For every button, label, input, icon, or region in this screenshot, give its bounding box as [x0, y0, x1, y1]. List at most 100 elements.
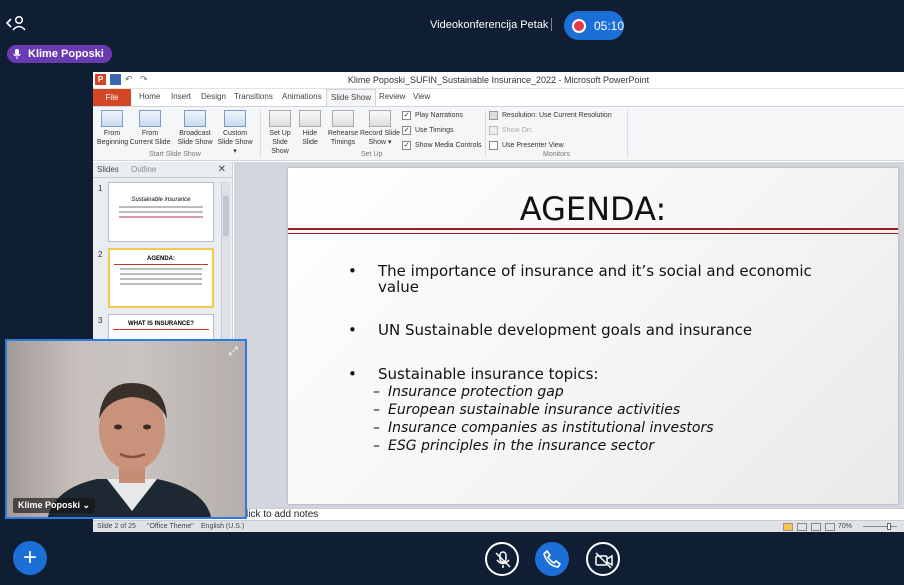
- recording-timer[interactable]: 05:10: [564, 11, 624, 40]
- thumb-title: Sustainable insurance: [131, 197, 191, 203]
- ribbon-tabs: File Home Insert Design Transitions Anim…: [93, 89, 904, 107]
- dash: –: [373, 384, 380, 400]
- notes-pane[interactable]: lick to add notes: [234, 508, 904, 520]
- slide-sorter-icon[interactable]: [797, 523, 807, 531]
- toggle-camera-button[interactable]: [586, 542, 620, 576]
- active-speaker-name: Klime Poposki: [28, 48, 104, 60]
- close-panel-icon[interactable]: ✕: [218, 164, 226, 175]
- set-up-slide-show-button[interactable]: Set Up Slide Show: [263, 110, 297, 156]
- panel-tabs: Slides Outline ✕: [93, 162, 232, 178]
- slide-thumbnail-1[interactable]: Sustainable insurance: [108, 182, 214, 242]
- participant-video-feed: [47, 383, 212, 517]
- broadcast-slide-show-button[interactable]: Broadcast Slide Show: [177, 110, 213, 147]
- sub-item-text: ESG principles in the insurance sector: [388, 438, 655, 454]
- checkbox-checked-icon: ✓: [402, 126, 411, 135]
- zoom-slider-knob[interactable]: [887, 523, 891, 530]
- normal-view-icon[interactable]: [783, 523, 793, 531]
- current-slide[interactable]: AGENDA: • The importance of insurance an…: [288, 168, 898, 504]
- group-separator: [485, 110, 486, 158]
- btn-label: From: [141, 130, 159, 137]
- expand-icon[interactable]: ⤢: [225, 343, 241, 359]
- participant-video-tile[interactable]: ⤢ Klime Poposki ⌄: [5, 339, 247, 519]
- tab-animations[interactable]: Animations: [282, 92, 322, 101]
- zoom-slider[interactable]: [863, 526, 897, 527]
- btn-label: Record Slide: [359, 130, 401, 137]
- dash: –: [373, 420, 380, 436]
- thumb-line: [119, 211, 203, 213]
- sub-item: – Insurance companies as institutional in…: [373, 420, 714, 436]
- play-narrations-checkbox[interactable]: ✓ Play Narrations: [402, 111, 463, 120]
- use-timings-checkbox[interactable]: ✓ Use Timings: [402, 126, 454, 135]
- group-label-setup: Set Up: [361, 151, 383, 158]
- tab-home[interactable]: Home: [139, 92, 160, 101]
- tab-view[interactable]: View: [413, 92, 430, 101]
- use-presenter-view-checkbox[interactable]: Use Presenter View: [489, 141, 564, 150]
- end-call-button[interactable]: [535, 542, 569, 576]
- tab-transitions[interactable]: Transitions: [234, 92, 273, 101]
- dropdown-label: Show On:: [502, 127, 533, 134]
- video-conference-app: Videokonferencija Petak 05:10 Klime Popo…: [0, 0, 904, 585]
- participant-name-tag[interactable]: Klime Poposki ⌄: [13, 498, 96, 513]
- thumb-number: 3: [98, 316, 103, 325]
- slide-title: AGENDA:: [519, 190, 667, 228]
- reading-view-icon[interactable]: [811, 523, 821, 531]
- stopwatch-icon: [332, 110, 354, 127]
- group-label-monitors: Monitors: [543, 151, 570, 158]
- thumb-line: [120, 278, 202, 280]
- record-slide-show-button[interactable]: Record Slide Show ▾: [359, 110, 401, 147]
- custom-slide-show-button[interactable]: Custom Slide Show ▾: [215, 110, 255, 156]
- sub-item: – Insurance protection gap: [373, 384, 564, 400]
- zoom-level[interactable]: 70%: [838, 523, 852, 530]
- group-separator: [260, 110, 261, 158]
- phone-icon: [543, 550, 561, 568]
- thumb-line: [119, 206, 203, 208]
- thumb-line: [120, 268, 202, 270]
- btn-label: Slide Show: [177, 139, 213, 146]
- sub-item-text: Insurance companies as institutional inv…: [388, 420, 714, 436]
- title-separator: [551, 18, 552, 31]
- record-clock-icon: [369, 110, 391, 127]
- tab-slides[interactable]: Slides: [97, 165, 119, 174]
- btn-label: Broadcast: [179, 130, 211, 137]
- ppt-title-bar: P ↶ ↷ Klime Poposki_SUFIN_Sustainable In…: [93, 72, 904, 89]
- scrollbar-thumb[interactable]: [223, 196, 229, 236]
- dash: –: [373, 438, 380, 454]
- monitor-icon: [489, 126, 498, 135]
- from-current-slide-button[interactable]: From Current Slide: [129, 110, 171, 147]
- btn-label: Beginning: [97, 139, 129, 146]
- participants-back-icon: [5, 15, 26, 31]
- thumb-number: 1: [98, 184, 103, 193]
- tab-outline[interactable]: Outline: [131, 165, 156, 174]
- active-speaker-badge: Klime Poposki: [7, 45, 112, 63]
- slideshow-view-icon[interactable]: [825, 523, 835, 531]
- dash: –: [373, 402, 380, 418]
- title-rule: [288, 233, 898, 234]
- checkbox-label: Show Media Controls: [415, 142, 482, 149]
- slideshow-play-icon: [101, 110, 123, 127]
- tab-slide-show[interactable]: Slide Show: [326, 89, 377, 107]
- show-media-controls-checkbox[interactable]: ✓ Show Media Controls: [402, 141, 482, 150]
- mute-microphone-button[interactable]: [485, 542, 519, 576]
- language[interactable]: English (U.S.): [201, 523, 244, 530]
- hide-slide-button[interactable]: Hide Slide: [299, 110, 321, 147]
- monitor-icon: [489, 111, 498, 120]
- theme-name: "Office Theme": [147, 523, 194, 530]
- from-beginning-button[interactable]: From Beginning: [97, 110, 129, 147]
- tab-file[interactable]: File: [93, 89, 131, 106]
- add-button[interactable]: +: [13, 541, 47, 575]
- tab-insert[interactable]: Insert: [171, 92, 191, 101]
- slide-editing-area: AGENDA: • The importance of insurance an…: [234, 162, 904, 514]
- ppt-status-bar: Slide 2 of 25 "Office Theme" English (U.…: [93, 520, 904, 532]
- tab-review[interactable]: Review: [379, 92, 405, 101]
- checkbox-label: Use Timings: [415, 127, 454, 134]
- resolution-dropdown[interactable]: Resolution: Use Current Resolution: [489, 111, 624, 120]
- back-participants-button[interactable]: [5, 14, 28, 34]
- rehearse-timings-button[interactable]: Rehearse Timings: [327, 110, 359, 147]
- show-on-dropdown[interactable]: Show On:: [489, 126, 624, 135]
- sub-item-text: European sustainable insurance activitie…: [388, 402, 681, 418]
- tab-design[interactable]: Design: [201, 92, 226, 101]
- sub-item-text: Insurance protection gap: [388, 384, 564, 400]
- thumb-number: 2: [98, 250, 103, 259]
- slide-thumbnail-2[interactable]: AGENDA:: [108, 248, 214, 308]
- btn-label: Rehearse: [327, 130, 359, 137]
